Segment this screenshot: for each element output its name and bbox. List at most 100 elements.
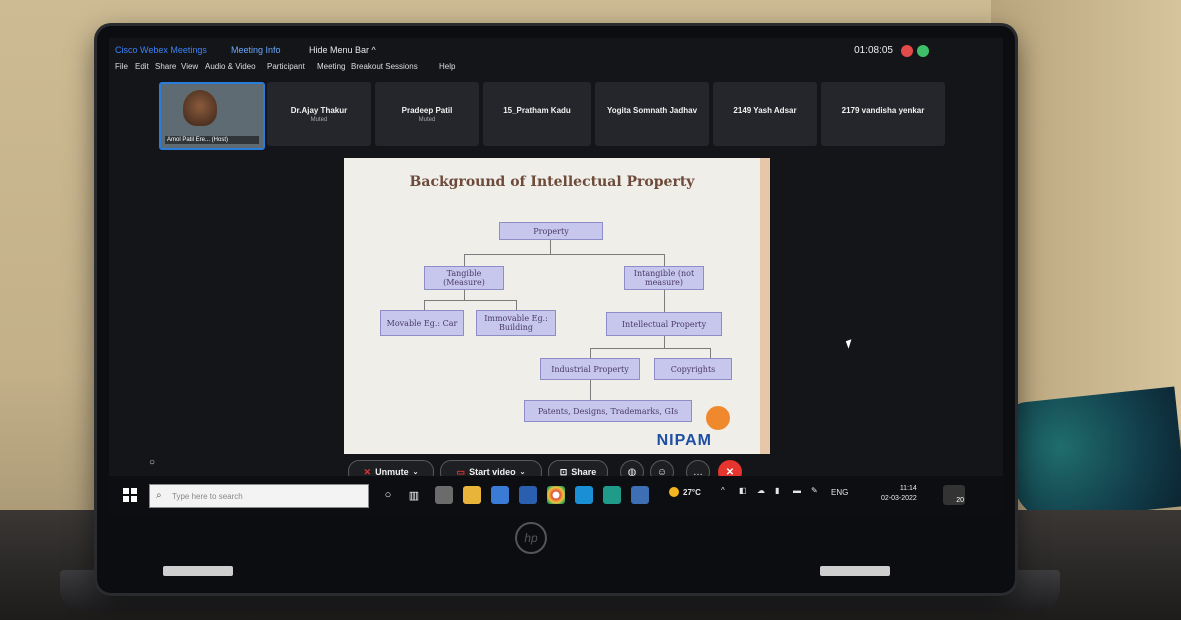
- webex-screen: Cisco Webex Meetings Meeting Info Hide M…: [109, 38, 1003, 516]
- mail-icon[interactable]: [519, 486, 537, 504]
- participant-name: Yogita Somnath Jadhav: [606, 106, 698, 115]
- connector: [664, 254, 665, 266]
- laptop-hinge: [820, 566, 890, 576]
- participant-status: Muted: [310, 117, 328, 123]
- title-bar: Cisco Webex Meetings Meeting Info Hide M…: [109, 38, 1003, 60]
- node-movable: Movable Eg.: Car: [380, 310, 464, 336]
- background-cloth: [1005, 386, 1181, 524]
- task-view-icon[interactable]: ▥: [405, 486, 423, 504]
- node-intangible: Intangible (not measure): [624, 266, 704, 290]
- cortana-icon[interactable]: ○: [379, 486, 397, 504]
- windows-taskbar: ⌕ Type here to search ○ ▥ 27°C ^ ◧ ☁ ▮ ▬…: [109, 476, 1003, 516]
- chrome-icon[interactable]: [547, 486, 565, 504]
- slide-edge: [760, 158, 770, 454]
- weather-icon: [669, 487, 679, 497]
- notification-center-icon[interactable]: 20: [943, 485, 965, 505]
- menu-audio-video[interactable]: Audio & Video: [205, 62, 256, 71]
- clock-date: 02-03-2022: [881, 495, 917, 502]
- connector: [590, 380, 591, 400]
- menu-file[interactable]: File: [115, 62, 128, 71]
- taskbar-clock[interactable]: 11:14 02-03-2022: [881, 484, 917, 504]
- store-icon[interactable]: [491, 486, 509, 504]
- file-explorer-icon[interactable]: [463, 486, 481, 504]
- meeting-timer: 01:08:05: [854, 45, 893, 56]
- connector: [590, 348, 591, 358]
- participant-tile[interactable]: Dr.Ajay Thakur Muted: [267, 82, 371, 146]
- connector: [664, 290, 665, 312]
- connector: [464, 254, 664, 255]
- app-icon[interactable]: [631, 486, 649, 504]
- connection-icon: [917, 45, 929, 57]
- chat-icon[interactable]: ○: [149, 457, 155, 468]
- chevron-up-icon[interactable]: ^: [721, 486, 725, 495]
- menu-participant[interactable]: Participant: [267, 62, 305, 71]
- clock-time: 11:14: [899, 485, 917, 492]
- participant-strip: Amol Patil Ere... (Host) Dr.Ajay Thakur …: [159, 82, 999, 150]
- background-wall: [991, 0, 1181, 430]
- meeting-info-button[interactable]: Meeting Info: [231, 45, 281, 55]
- node-industrial-property: Industrial Property: [540, 358, 640, 380]
- chevron-down-icon: ⌄: [519, 469, 526, 476]
- pen-icon[interactable]: ✎: [811, 486, 818, 495]
- hp-logo: hp: [515, 522, 547, 554]
- node-intellectual-property: Intellectual Property: [606, 312, 722, 336]
- participant-tile[interactable]: 15_Pratham Kadu: [483, 82, 591, 146]
- participant-tile-self[interactable]: Amol Patil Ere... (Host): [159, 82, 265, 150]
- node-property: Property: [499, 222, 603, 240]
- connector: [550, 240, 551, 254]
- participant-name: 2149 Yash Adsar: [733, 106, 797, 115]
- connector: [464, 290, 465, 300]
- recording-icon: [901, 45, 913, 57]
- presenter-pointer: [706, 406, 730, 430]
- connector: [424, 300, 516, 301]
- taskbar-search-input[interactable]: ⌕ Type here to search: [149, 484, 369, 508]
- connector: [710, 348, 711, 358]
- webex-icon[interactable]: [603, 486, 621, 504]
- app-icon[interactable]: [435, 486, 453, 504]
- participant-tile[interactable]: 2149 Yash Adsar: [713, 82, 817, 146]
- hide-menu-bar-button[interactable]: Hide Menu Bar ^: [309, 45, 376, 55]
- menu-view[interactable]: View: [181, 62, 198, 71]
- onedrive-icon[interactable]: ☁: [757, 486, 765, 495]
- participant-name: Amol Patil Ere... (Host): [165, 136, 259, 144]
- menu-share[interactable]: Share: [155, 62, 176, 71]
- chevron-down-icon: ⌄: [412, 469, 419, 476]
- connector: [516, 300, 517, 310]
- shared-slide: Background of Intellectual Property Prop…: [344, 158, 760, 454]
- display-icon[interactable]: ▬: [793, 486, 801, 495]
- windows-start-icon[interactable]: [123, 488, 137, 502]
- participant-tile[interactable]: 2179 vandisha yenkar: [821, 82, 945, 146]
- battery-icon[interactable]: ▮: [775, 486, 779, 495]
- node-patents-designs: Patents, Designs, Trademarks, GIs: [524, 400, 692, 422]
- node-immovable: Immovable Eg.: Building: [476, 310, 556, 336]
- menu-meeting[interactable]: Meeting: [317, 62, 345, 71]
- menu-edit[interactable]: Edit: [135, 62, 149, 71]
- network-icon[interactable]: ◧: [739, 486, 747, 495]
- host-video-face: [183, 90, 217, 126]
- webex-brand: Cisco Webex Meetings: [115, 45, 207, 55]
- menu-breakout-sessions[interactable]: Breakout Sessions: [351, 62, 418, 71]
- participant-tile[interactable]: Pradeep Patil Muted: [375, 82, 479, 146]
- menu-help[interactable]: Help: [439, 62, 455, 71]
- weather-temp[interactable]: 27°C: [683, 488, 701, 497]
- laptop-bezel: Cisco Webex Meetings Meeting Info Hide M…: [97, 26, 1015, 593]
- node-tangible: Tangible (Measure): [424, 266, 504, 290]
- chevron-up-icon: ^: [371, 45, 376, 55]
- notification-count: 20: [956, 497, 964, 504]
- node-copyrights: Copyrights: [654, 358, 732, 380]
- connector: [664, 336, 665, 348]
- participant-name: 15_Pratham Kadu: [503, 106, 571, 115]
- hide-menu-bar-label: Hide Menu Bar: [309, 45, 370, 55]
- participant-tile[interactable]: Yogita Somnath Jadhav: [595, 82, 709, 146]
- laptop-hinge: [163, 566, 233, 576]
- participant-name: 2179 vandisha yenkar: [841, 106, 925, 115]
- connector: [590, 348, 710, 349]
- participant-status: Muted: [418, 117, 436, 123]
- edge-icon[interactable]: [575, 486, 593, 504]
- connector: [464, 254, 465, 266]
- language-indicator[interactable]: ENG: [831, 488, 848, 497]
- connector: [424, 300, 425, 310]
- participant-name: Pradeep Patil: [401, 106, 453, 115]
- search-icon: ⌕: [156, 490, 162, 501]
- slide-title: Background of Intellectual Property: [409, 174, 695, 190]
